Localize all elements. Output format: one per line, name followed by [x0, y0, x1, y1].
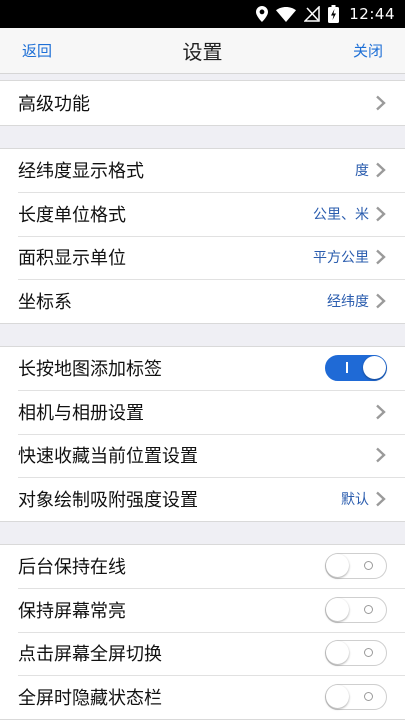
- row-label: 点击屏幕全屏切换: [18, 644, 162, 666]
- chevron-right-icon: [375, 404, 387, 420]
- row-label: 全屏时隐藏状态栏: [18, 687, 162, 709]
- row-advanced-features[interactable]: 高级功能: [0, 81, 405, 125]
- row-label: 快速收藏当前位置设置: [18, 446, 198, 468]
- row-snap-strength-settings[interactable]: 对象绘制吸附强度设置 默认: [0, 477, 405, 521]
- long-press-tag-toggle[interactable]: [325, 355, 387, 382]
- row-label: 长度单位格式: [18, 204, 126, 226]
- keep-screen-on-toggle[interactable]: [325, 596, 387, 623]
- chevron-right-icon: [375, 162, 387, 178]
- keep-online-toggle[interactable]: [325, 553, 387, 580]
- row-value: 公里、米: [313, 206, 369, 223]
- status-bar: 12:44: [0, 0, 405, 28]
- battery-charging-icon: [328, 5, 340, 23]
- nav-bar: 返回 设置 关闭: [0, 28, 405, 74]
- wifi-icon: [276, 6, 297, 22]
- group-map: 长按地图添加标签 相机与相册设置 快速收藏当前位置设置 对象绘制吸附强度设置 默…: [0, 345, 405, 522]
- group-units: 经纬度显示格式 度 长度单位格式 公里、米 面积显示单位 平方公里 坐标系 经纬…: [0, 147, 405, 324]
- row-length-unit[interactable]: 长度单位格式 公里、米: [0, 192, 405, 236]
- row-value: 经纬度: [327, 293, 369, 310]
- row-area-unit[interactable]: 面积显示单位 平方公里: [0, 235, 405, 280]
- status-time: 12:44: [349, 5, 395, 23]
- chevron-right-icon: [375, 249, 387, 265]
- row-keep-online-background: 后台保持在线: [0, 545, 405, 589]
- close-button[interactable]: 关闭: [353, 40, 383, 61]
- row-value: 默认: [341, 491, 369, 508]
- tap-fullscreen-toggle[interactable]: [325, 640, 387, 667]
- row-label: 后台保持在线: [18, 557, 126, 579]
- row-coordinate-system[interactable]: 坐标系 经纬度: [0, 279, 405, 323]
- page-title: 设置: [182, 40, 223, 64]
- row-label: 面积显示单位: [18, 248, 126, 270]
- row-label: 长按地图添加标签: [18, 359, 162, 381]
- chevron-right-icon: [375, 491, 387, 507]
- group-display: 后台保持在线 保持屏幕常亮 点击屏幕全屏切换 全屏时隐藏状态栏: [0, 543, 405, 720]
- row-label: 对象绘制吸附强度设置: [18, 489, 198, 511]
- chevron-right-icon: [375, 95, 387, 111]
- row-label: 保持屏幕常亮: [18, 600, 126, 622]
- chevron-right-icon: [375, 206, 387, 222]
- row-hide-statusbar-fullscreen: 全屏时隐藏状态栏: [0, 675, 405, 719]
- row-label: 经纬度显示格式: [18, 161, 144, 183]
- group-advanced: 高级功能: [0, 80, 405, 126]
- chevron-right-icon: [375, 293, 387, 309]
- settings-content: 高级功能 经纬度显示格式 度 长度单位格式 公里、米 面积显示单位 平方公里 坐…: [0, 74, 405, 720]
- row-keep-screen-on: 保持屏幕常亮: [0, 588, 405, 632]
- row-value: 度: [355, 163, 369, 180]
- back-button[interactable]: 返回: [22, 40, 52, 61]
- row-long-press-add-tag: 长按地图添加标签: [0, 347, 405, 391]
- row-label: 相机与相册设置: [18, 402, 144, 424]
- hide-statusbar-toggle[interactable]: [325, 683, 387, 710]
- row-label: 高级功能: [18, 93, 90, 115]
- row-coordinate-format[interactable]: 经纬度显示格式 度: [0, 149, 405, 193]
- no-signal-icon: [304, 6, 321, 22]
- row-camera-album-settings[interactable]: 相机与相册设置: [0, 390, 405, 434]
- location-icon: [256, 6, 269, 22]
- row-value: 平方公里: [313, 250, 369, 267]
- row-quick-favorite-settings[interactable]: 快速收藏当前位置设置: [0, 433, 405, 478]
- row-label: 坐标系: [18, 291, 72, 313]
- row-tap-fullscreen-toggle: 点击屏幕全屏切换: [0, 631, 405, 676]
- chevron-right-icon: [375, 447, 387, 463]
